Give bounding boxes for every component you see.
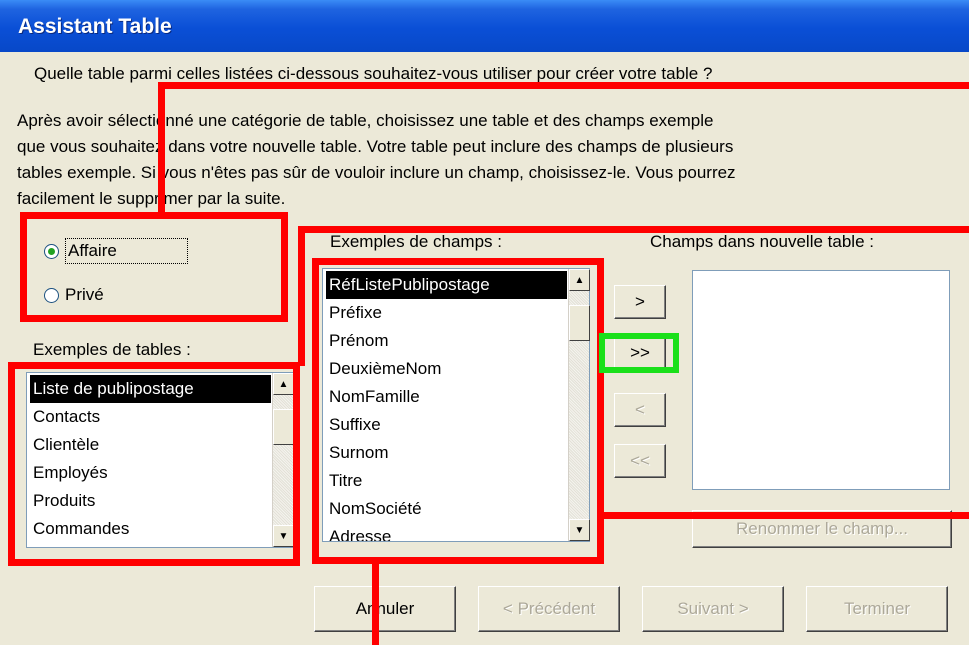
- highlight-add-all-button: [599, 333, 679, 373]
- annotation-line: [158, 82, 969, 89]
- new-table-listbox[interactable]: [692, 270, 950, 490]
- remove-all-fields-button[interactable]: <<: [614, 444, 666, 478]
- fields-label: Exemples de champs :: [330, 232, 502, 251]
- annotation-box-fields: [312, 258, 604, 564]
- annotation-box-category: [20, 212, 288, 322]
- annotation-line: [604, 512, 969, 519]
- finish-button[interactable]: Terminer: [806, 586, 948, 632]
- description-line: que vous souhaitez dans votre nouvelle t…: [17, 137, 734, 156]
- annotation-line: [158, 82, 165, 216]
- cancel-button[interactable]: Annuler: [314, 586, 456, 632]
- previous-button[interactable]: < Précédent: [478, 586, 620, 632]
- description-line: facilement le supprimer par la suite.: [17, 189, 286, 208]
- title-bar: Assistant Table: [0, 0, 969, 52]
- annotation-box-tables: [8, 362, 300, 566]
- remove-field-button[interactable]: <: [614, 393, 666, 427]
- description-line: Après avoir sélectionné une catégorie de…: [17, 111, 714, 130]
- annotation-line: [298, 226, 969, 233]
- description-text: Après avoir sélectionné une catégorie de…: [17, 108, 736, 212]
- tables-label: Exemples de tables :: [33, 340, 191, 359]
- annotation-line: [298, 226, 305, 366]
- window-title: Assistant Table: [18, 15, 172, 38]
- new-table-label: Champs dans nouvelle table :: [650, 232, 874, 251]
- question-text: Quelle table parmi celles listées ci-des…: [34, 64, 713, 83]
- next-button[interactable]: Suivant >: [642, 586, 784, 632]
- add-field-button[interactable]: >: [614, 285, 666, 319]
- description-line: tables exemple. Si vous n'êtes pas sûr d…: [17, 163, 736, 182]
- annotation-line: [372, 564, 379, 645]
